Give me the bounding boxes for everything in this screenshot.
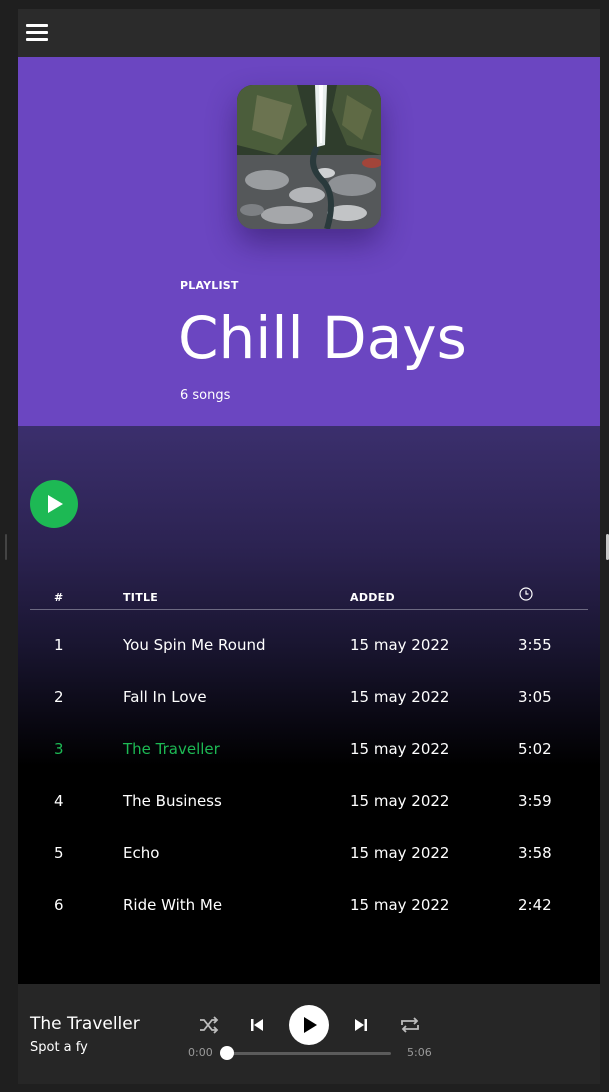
track-duration: 2:42 [518, 896, 552, 914]
play-icon[interactable] [289, 1005, 329, 1045]
track-duration: 3:59 [518, 792, 552, 810]
progress-track[interactable] [227, 1052, 391, 1055]
clock-icon [519, 586, 533, 601]
music-app: PLAYLIST Chill Days 6 songs # TITLE ADDE… [18, 9, 600, 1084]
track-duration: 3:55 [518, 636, 552, 654]
progress-handle[interactable] [220, 1046, 234, 1060]
window-frame: PLAYLIST Chill Days 6 songs # TITLE ADDE… [0, 0, 609, 1092]
play-playlist-button[interactable] [30, 480, 78, 528]
playlist-title: Chill Days [178, 304, 467, 372]
track-added-date: 15 may 2022 [350, 844, 450, 862]
track-added-date: 15 may 2022 [350, 792, 450, 810]
track-number: 1 [54, 636, 64, 654]
track-duration: 3:05 [518, 688, 552, 706]
track-number: 2 [54, 688, 64, 706]
track-number: 5 [54, 844, 64, 862]
track-title: You Spin Me Round [123, 636, 266, 654]
playlist-cover-image [237, 85, 381, 229]
playlist-content: # TITLE ADDED 1 You Spin Me Round 15 may 2… [18, 426, 600, 984]
track-number: 6 [54, 896, 64, 914]
top-bar [18, 9, 600, 57]
hamburger-menu-icon[interactable] [26, 24, 48, 42]
track-row[interactable]: 3 The Traveller 15 may 2022 5:02 [30, 722, 588, 774]
track-added-date: 15 may 2022 [350, 688, 450, 706]
track-row[interactable]: 5 Echo 15 may 2022 3:58 [30, 826, 588, 878]
total-time: 5:06 [407, 1046, 432, 1059]
now-playing-title: The Traveller [30, 1014, 140, 1034]
track-title: Fall In Love [123, 688, 207, 706]
track-title: Ride With Me [123, 896, 223, 914]
track-row[interactable]: 1 You Spin Me Round 15 may 2022 3:55 [30, 618, 588, 670]
playlist-type-label: PLAYLIST [180, 279, 239, 292]
track-duration: 3:58 [518, 844, 552, 862]
playlist-header: PLAYLIST Chill Days 6 songs [18, 57, 600, 426]
track-row[interactable]: 6 Ride With Me 15 may 2022 2:42 [30, 878, 588, 930]
track-row[interactable]: 4 The Business 15 may 2022 3:59 [30, 774, 588, 826]
left-scrollbar[interactable] [5, 534, 7, 560]
track-title: The Traveller [123, 740, 220, 758]
track-title: Echo [123, 844, 160, 862]
track-table-header: # TITLE ADDED [30, 578, 588, 610]
column-title: TITLE [123, 591, 159, 604]
track-added-date: 15 may 2022 [350, 896, 450, 914]
track-duration: 5:02 [518, 740, 552, 758]
shuffle-icon[interactable] [199, 1016, 219, 1034]
track-added-date: 15 may 2022 [350, 740, 450, 758]
track-number: 4 [54, 792, 64, 810]
track-added-date: 15 may 2022 [350, 636, 450, 654]
song-count: 6 songs [180, 388, 231, 403]
column-added: ADDED [350, 591, 395, 604]
previous-icon[interactable] [250, 1018, 264, 1032]
column-number: # [54, 591, 64, 604]
player-bar: The Traveller Spot a fy 0:00 5:06 [18, 984, 600, 1084]
track-number: 3 [54, 740, 64, 758]
repeat-icon[interactable] [400, 1016, 420, 1034]
now-playing-artist: Spot a fy [30, 1040, 88, 1055]
track-row[interactable]: 2 Fall In Love 15 may 2022 3:05 [30, 670, 588, 722]
track-title: The Business [123, 792, 222, 810]
current-time: 0:00 [188, 1046, 213, 1059]
next-icon[interactable] [354, 1018, 368, 1032]
